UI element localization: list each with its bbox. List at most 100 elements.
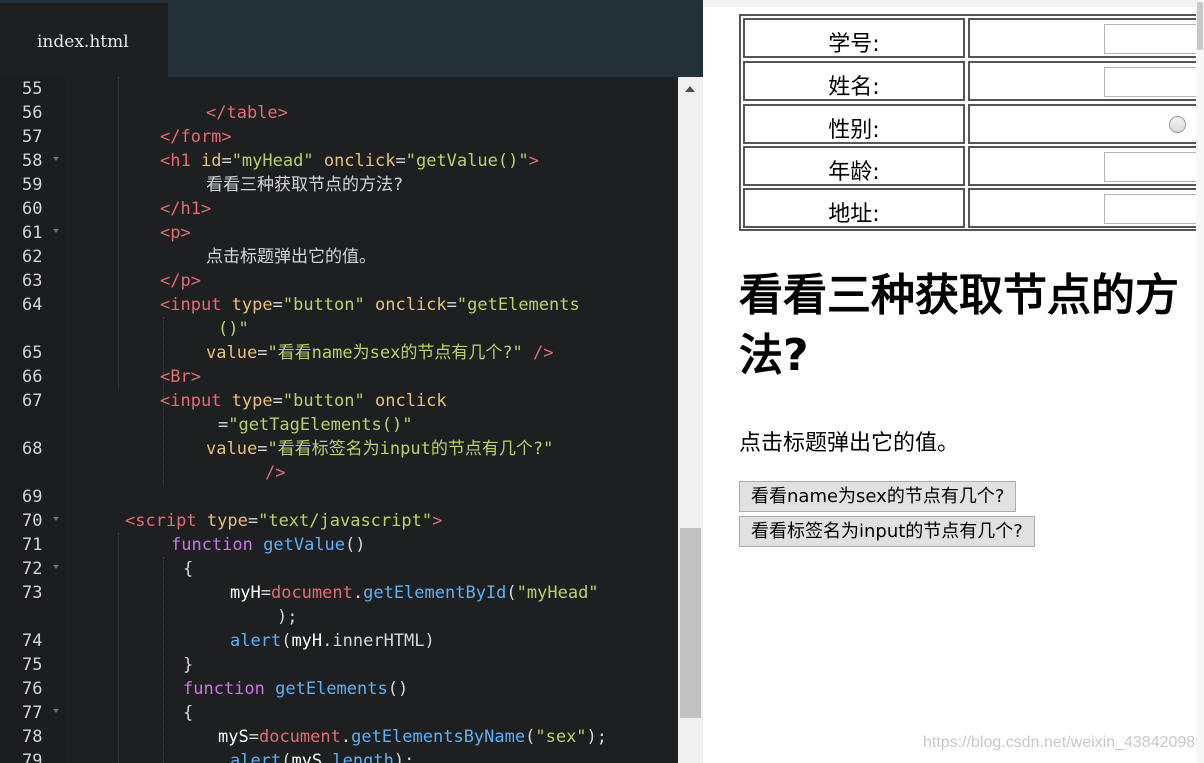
code-editor-pane: index.html 55 56 57 58 59 60 61 62 63 64 65 66 67 68 6… [0,0,703,763]
line-number: 63 [0,269,66,293]
form-label-cell: 地址: [743,188,965,228]
code-token: getValue [263,535,346,555]
code-token: document [270,583,353,603]
code-token: myH [230,583,261,603]
sex-radio-button[interactable] [1169,116,1186,133]
line-number: 71 [0,533,66,557]
code-token: { [183,703,194,723]
editor-tab-bar: index.html [0,0,703,77]
code-token: <h1 [160,151,201,171]
text-input[interactable] [1104,24,1204,54]
line-number: 69 [0,485,66,509]
code-token: > [528,151,539,171]
line-number: 67 [0,389,66,413]
code-line: function getValue() [171,533,366,557]
code-line: <h1 id="myHead" onclick="getValue()"> [160,149,539,173]
code-token: ()" [218,319,249,339]
code-line: alert(myS.length); [230,749,414,763]
fold-arrow-icon[interactable] [53,565,59,569]
indent-guide [118,533,119,763]
scrollbar-thumb[interactable] [680,528,701,718]
code-line: myS=document.getElementsByName("sex"); [218,725,607,749]
line-number-text: 74 [22,631,43,651]
code-line: /> [265,461,285,485]
line-number-text: 60 [22,199,43,219]
form-table: 学号: 姓名: 性别: 年龄: 地址: [739,14,1204,231]
line-number [0,461,66,485]
code-line: ="getTagElements()" [218,413,412,437]
line-number-text: 65 [22,343,43,363]
fold-arrow-icon[interactable] [53,709,59,713]
code-token: .innerHTML) [322,631,435,651]
code-line: <input type="button" onclick [160,389,447,413]
code-token: "button" [282,295,365,315]
code-token: } [183,655,194,675]
code-token: ); [277,607,298,627]
form-label: 年龄: [828,160,880,185]
form-label: 性别: [828,118,880,143]
code-line: 看看三种获取节点的方法? [206,173,403,197]
code-token: <script [125,511,207,531]
text-input[interactable] [1104,194,1204,224]
code-line: { [183,557,193,581]
code-area[interactable]: </table> </form> <h1 id="myHead" onclick="… [66,77,678,763]
line-number [0,605,66,629]
page-paragraph: 点击标题弹出它的值。 [739,431,960,456]
fold-arrow-icon[interactable] [53,157,59,161]
fold-arrow-icon[interactable] [53,517,59,521]
code-token: = [272,391,283,411]
page-heading[interactable]: 看看三种获取节点的方法? [739,266,1184,386]
code-line: <p> [160,221,191,245]
line-number: 55 [0,77,66,101]
code-token: ( [525,727,536,747]
form-value-cell [968,61,1204,101]
code-token: type [206,511,248,531]
fold-arrow-icon[interactable] [53,229,59,233]
text-input[interactable] [1104,152,1204,182]
form-row: 学号: [743,18,1204,58]
code-token: length [332,751,394,763]
code-token: = [257,439,268,459]
code-token: </p> [160,271,201,291]
line-number [0,413,66,437]
editor-scrollbar[interactable] [678,77,703,763]
code-token: </table> [206,103,288,123]
line-number-text: 63 [22,271,43,291]
line-number: 70 [0,509,66,533]
preview-scrollbar-thumb[interactable] [1197,2,1203,50]
line-number-text: 57 [22,127,43,147]
line-number-text: 62 [22,247,43,267]
code-token: document [258,727,341,747]
text-input[interactable] [1104,67,1204,97]
form-label-cell: 学号: [743,18,965,58]
count-input-tags-button[interactable]: 看看标签名为input的节点有几个? [739,516,1035,547]
code-token: myS [218,727,249,747]
code-token: > [432,511,443,531]
code-line: ); [277,605,297,629]
watermark: https://blog.csdn.net/weixin_43842098 [923,734,1196,751]
code-token: </h1> [160,199,212,219]
code-token: myS [291,751,323,763]
code-token: alert [230,631,282,651]
code-token: onclick [323,151,396,171]
line-number-text: 67 [22,391,43,411]
preview-scrollbar[interactable] [1196,0,1204,763]
form-value-cell [968,104,1204,144]
line-number: 61 [0,221,66,245]
code-token: "myHead" [516,583,599,603]
code-line: value="看看标签名为input的节点有几个?" [206,437,553,461]
form-label: 学号: [828,32,880,57]
code-token: "sex" [535,727,587,747]
code-token: . [322,751,333,763]
code-token: = [221,151,232,171]
code-line: function getElements() [183,677,408,701]
code-line: value="看看name为sex的节点有几个?" /> [206,341,554,365]
line-number-text: 69 [22,487,43,507]
code-token: 点击标题弹出它的值。 [206,247,376,267]
tab-index-html[interactable]: index.html [0,3,168,77]
count-sex-nodes-button[interactable]: 看看name为sex的节点有几个? [739,481,1017,512]
line-number-text: 55 [22,79,43,99]
scroll-up-arrow-icon[interactable] [685,86,695,92]
code-token: { [183,559,194,579]
